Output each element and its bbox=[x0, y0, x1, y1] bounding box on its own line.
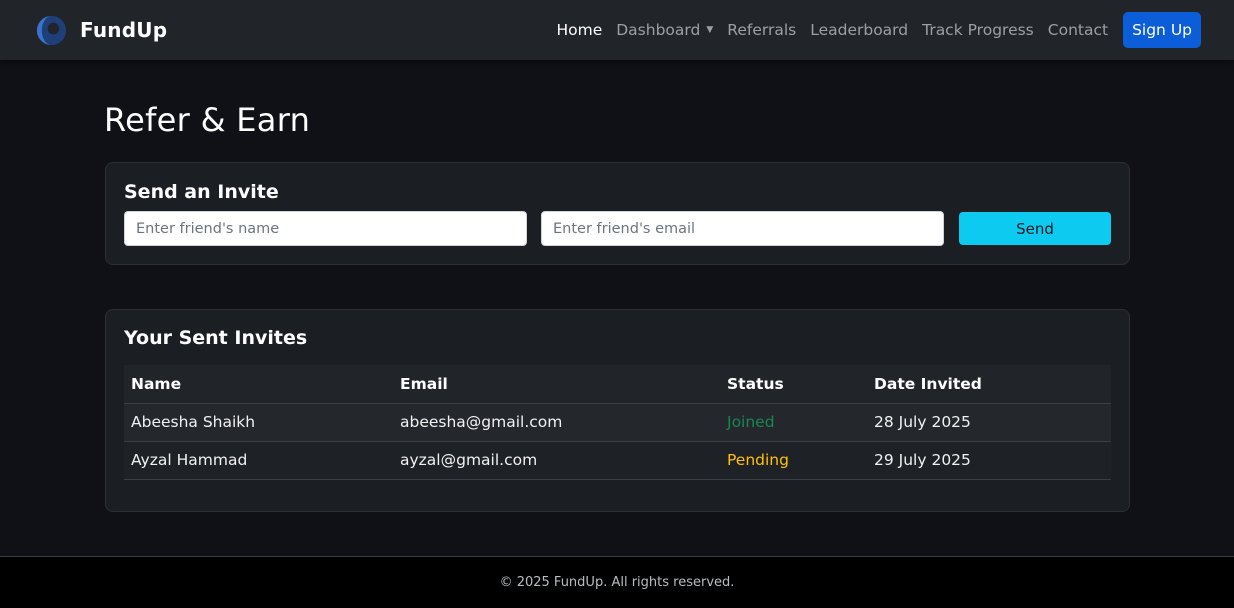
page-title: Refer & Earn bbox=[104, 101, 311, 139]
invite-date: 28 July 2025 bbox=[867, 403, 1111, 442]
nav-dashboard-label: Dashboard bbox=[616, 21, 701, 39]
status-badge: Pending bbox=[720, 441, 867, 480]
status-badge: Joined bbox=[720, 403, 867, 442]
table-header-row: Name Email Status Date Invited bbox=[124, 365, 1111, 404]
caret-down-icon: ▼ bbox=[706, 25, 714, 35]
nav-referrals[interactable]: Referrals bbox=[727, 21, 796, 39]
send-invite-card: Send an Invite Send bbox=[105, 162, 1130, 265]
brand[interactable]: FundUp bbox=[35, 13, 167, 47]
column-header-status: Status bbox=[720, 365, 867, 404]
sent-invites-card: Your Sent Invites Name Email Status Date… bbox=[105, 309, 1130, 512]
invite-name: Abeesha Shaikh bbox=[124, 403, 393, 442]
table-row: Abeesha Shaikh abeesha@gmail.com Joined … bbox=[124, 403, 1111, 442]
column-header-date: Date Invited bbox=[867, 365, 1111, 404]
navbar: FundUp Home Dashboard ▼ Referrals Leader… bbox=[0, 0, 1234, 60]
friend-name-input[interactable] bbox=[124, 211, 527, 246]
sent-invites-table: Name Email Status Date Invited Abeesha S… bbox=[124, 365, 1111, 480]
invite-date: 29 July 2025 bbox=[867, 441, 1111, 480]
table-row: Ayzal Hammad ayzal@gmail.com Pending 29 … bbox=[124, 441, 1111, 480]
send-button[interactable]: Send bbox=[959, 212, 1111, 245]
invite-email: ayzal@gmail.com bbox=[393, 441, 720, 480]
nav-contact[interactable]: Contact bbox=[1048, 21, 1108, 39]
nav-links: Home Dashboard ▼ Referrals Leaderboard T… bbox=[542, 12, 1201, 48]
footer: © 2025 FundUp. All rights reserved. bbox=[0, 556, 1234, 608]
fundup-logo-icon bbox=[36, 15, 67, 45]
send-invite-title: Send an Invite bbox=[124, 181, 279, 203]
invite-email: abeesha@gmail.com bbox=[393, 403, 720, 442]
nav-track-progress[interactable]: Track Progress bbox=[922, 21, 1034, 39]
invite-name: Ayzal Hammad bbox=[124, 441, 393, 480]
nav-leaderboard[interactable]: Leaderboard bbox=[810, 21, 908, 39]
column-header-email: Email bbox=[393, 365, 720, 404]
friend-email-input[interactable] bbox=[541, 211, 944, 246]
copyright-text: © 2025 FundUp. All rights reserved. bbox=[499, 575, 735, 590]
brand-name: FundUp bbox=[80, 18, 168, 42]
nav-dashboard[interactable]: Dashboard ▼ bbox=[616, 21, 713, 39]
nav-home[interactable]: Home bbox=[556, 21, 602, 39]
sent-invites-title: Your Sent Invites bbox=[124, 327, 308, 349]
signup-button[interactable]: Sign Up bbox=[1123, 12, 1201, 48]
column-header-name: Name bbox=[124, 365, 393, 404]
